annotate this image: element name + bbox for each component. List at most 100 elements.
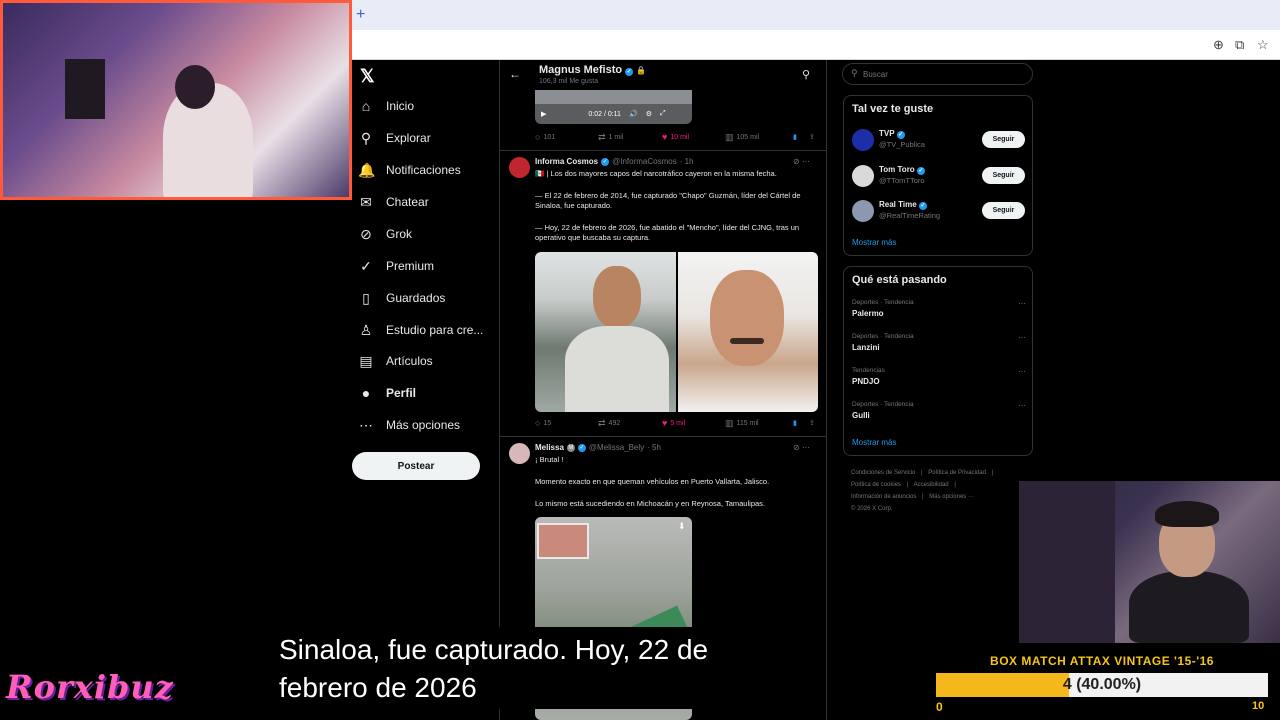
follow-button[interactable]: Seguir bbox=[982, 131, 1025, 148]
tweet-author-name[interactable]: Informa Cosmos bbox=[535, 157, 598, 166]
trend-category: Deportes · Tendencia bbox=[852, 299, 914, 306]
views-button[interactable]: ▥ 115 mil bbox=[725, 418, 793, 429]
tweet-time[interactable]: · 1h bbox=[680, 157, 694, 166]
follow-button[interactable]: Seguir bbox=[982, 167, 1025, 184]
trends-card: Qué está pasando Deportes · Tendencia Pa… bbox=[843, 266, 1033, 456]
fullscreen-icon[interactable]: ⤢ bbox=[660, 110, 666, 118]
trend-item[interactable]: Tendencias PNDJO ⋯ bbox=[852, 367, 1027, 393]
nav-item-label: Explorar bbox=[386, 131, 431, 145]
video-player[interactable]: ▶ 0:02 / 0:11 🔊 ⚙ ⤢ bbox=[535, 90, 692, 124]
show-more-link[interactable]: Mostrar más bbox=[852, 438, 896, 447]
new-tab-button[interactable]: + bbox=[356, 6, 365, 24]
profile-icon: ● bbox=[361, 385, 371, 401]
bookmark-button[interactable]: ▮ bbox=[793, 133, 809, 141]
trend-item[interactable]: Deportes · Tendencia Lanzini ⋯ bbox=[852, 333, 1027, 359]
trend-category: Deportes · Tendencia bbox=[852, 333, 914, 340]
more-icon[interactable]: ⋯ bbox=[1018, 333, 1026, 342]
trend-category: Deportes · Tendencia bbox=[852, 401, 914, 408]
nav-item[interactable]: ✓ Premium bbox=[358, 254, 434, 278]
footer-separator: | bbox=[991, 470, 994, 476]
views-button[interactable]: ▥ 105 mil bbox=[725, 132, 793, 143]
who-item[interactable]: Real Time ✓ @RealTimeRating Seguir bbox=[852, 198, 1027, 224]
more-icon[interactable]: ⊘ ⋯ bbox=[793, 157, 810, 166]
avatar[interactable] bbox=[852, 129, 874, 151]
search-icon[interactable]: ⚲ bbox=[802, 68, 810, 81]
footer-link[interactable]: Política de Privacidad bbox=[928, 470, 986, 476]
zoom-icon[interactable]: ⊕ bbox=[1213, 37, 1224, 53]
reply-button[interactable]: ○ 101 bbox=[535, 132, 598, 142]
show-more-link[interactable]: Mostrar más bbox=[852, 238, 896, 247]
nav-item[interactable]: ⚲ Explorar bbox=[358, 126, 431, 150]
like-button[interactable]: ♥ 10 mil bbox=[662, 132, 725, 142]
more-icon[interactable]: ⋯ bbox=[1018, 367, 1026, 376]
reply-button[interactable]: ○ 15 bbox=[535, 418, 598, 428]
nav-item[interactable]: ● Perfil bbox=[358, 381, 416, 405]
footer-link[interactable]: Más opciones ··· bbox=[929, 494, 974, 500]
footer-link[interactable]: Información de anuncios bbox=[851, 494, 916, 500]
repost-button[interactable]: ⇄ 1 mil bbox=[598, 132, 662, 143]
share-icon[interactable]: ⇪ bbox=[809, 419, 815, 427]
who-handle: @TV_Publica bbox=[879, 140, 925, 149]
nav-item-label: Estudio para cre... bbox=[386, 323, 484, 337]
home-icon: ⌂ bbox=[361, 98, 371, 114]
share-icon[interactable]: ⇪ bbox=[809, 133, 815, 141]
tweet-actions: ○ 15 ⇄ 492 ♥ 5 mil ▥ 115 mil ▮ ⇪ bbox=[535, 417, 820, 429]
tweet-header: Melissa M ✓ @Melissa_Bely · 5h bbox=[535, 443, 661, 452]
post-button[interactable]: Postear bbox=[352, 452, 480, 480]
avatar[interactable] bbox=[852, 165, 874, 187]
trend-item[interactable]: Deportes · Tendencia Palermo ⋯ bbox=[852, 299, 1027, 325]
nav-item-label: Perfil bbox=[386, 386, 417, 400]
nav-item[interactable]: ⌂ Inicio bbox=[358, 94, 414, 118]
nav-item[interactable]: 🔔 Notificaciones bbox=[358, 158, 461, 182]
box-match-title: BOX MATCH ATTAX VINTAGE '15-'16 bbox=[990, 654, 1214, 668]
more-icon[interactable]: ⋯ bbox=[1018, 299, 1026, 308]
repost-icon: ⇄ bbox=[598, 131, 606, 142]
photo-left[interactable] bbox=[535, 252, 676, 412]
more-icon[interactable]: ⊘ ⋯ bbox=[793, 443, 810, 452]
download-icon[interactable]: ⬇ bbox=[678, 521, 686, 532]
footer-link[interactable]: Condiciones de Servicio bbox=[851, 470, 915, 476]
follow-button[interactable]: Seguir bbox=[982, 202, 1025, 219]
nav-item[interactable]: ⋯ Más opciones bbox=[358, 413, 460, 437]
play-icon[interactable]: ▶ bbox=[541, 110, 546, 118]
nav-item-label: Guardados bbox=[386, 291, 446, 305]
tweet-author-handle[interactable]: @InformaCosmos bbox=[612, 157, 677, 166]
bookmark-button[interactable]: ▮ bbox=[793, 419, 809, 427]
repost-button[interactable]: ⇄ 492 bbox=[598, 418, 662, 429]
avatar[interactable] bbox=[509, 443, 530, 464]
nav-item[interactable]: ▤ Artículos bbox=[358, 349, 432, 373]
like-button[interactable]: ♥ 5 mil bbox=[662, 418, 725, 428]
who-item[interactable]: TVP ✓ @TV_Publica Seguir bbox=[852, 127, 1027, 153]
shelf-shape bbox=[1019, 481, 1115, 643]
who-item[interactable]: Tom Toro ✓ @TTomTToro Seguir bbox=[852, 163, 1027, 189]
tweet[interactable]: Informa Cosmos ✓ @InformaCosmos · 1h ⊘ ⋯… bbox=[500, 150, 826, 436]
nav-item[interactable]: ♙ Estudio para cre... bbox=[358, 318, 484, 342]
photo-right[interactable] bbox=[677, 252, 818, 412]
install-icon[interactable]: ⧉ bbox=[1235, 37, 1244, 53]
star-icon[interactable]: ☆ bbox=[1257, 37, 1269, 53]
mail-icon: ✉ bbox=[360, 193, 372, 210]
avatar[interactable] bbox=[852, 200, 874, 222]
footer-link[interactable]: Accesibilidad bbox=[914, 482, 949, 488]
nav-item[interactable]: ✉ Chatear bbox=[358, 190, 429, 214]
footer-separator: | bbox=[921, 470, 923, 476]
search-input[interactable] bbox=[842, 63, 1033, 85]
building-shape bbox=[537, 523, 589, 559]
settings-icon[interactable]: ⚙ bbox=[646, 110, 652, 118]
volume-icon[interactable]: 🔊 bbox=[629, 110, 638, 118]
tweet-media[interactable] bbox=[535, 252, 818, 412]
face-shape bbox=[709, 270, 784, 366]
trend-item[interactable]: Deportes · Tendencia Gulli ⋯ bbox=[852, 401, 1027, 427]
tweet-author-name[interactable]: Melissa bbox=[535, 443, 564, 452]
nav-item[interactable]: ▯ Guardados bbox=[358, 286, 445, 310]
footer-link[interactable]: Política de cookies bbox=[851, 482, 901, 488]
bell-icon: 🔔 bbox=[358, 161, 376, 178]
more-icon[interactable]: ⋯ bbox=[1018, 401, 1026, 410]
x-logo[interactable]: 𝕏 bbox=[360, 66, 375, 87]
tweet-author-handle[interactable]: @Melissa_Bely bbox=[589, 443, 644, 452]
verified-badge-icon: ✓ bbox=[918, 202, 927, 210]
avatar[interactable] bbox=[509, 157, 530, 178]
nav-item[interactable]: ⊘ Grok bbox=[358, 222, 412, 246]
tweet-time[interactable]: · 5h bbox=[647, 443, 661, 452]
back-arrow-icon[interactable]: ← bbox=[509, 67, 521, 81]
